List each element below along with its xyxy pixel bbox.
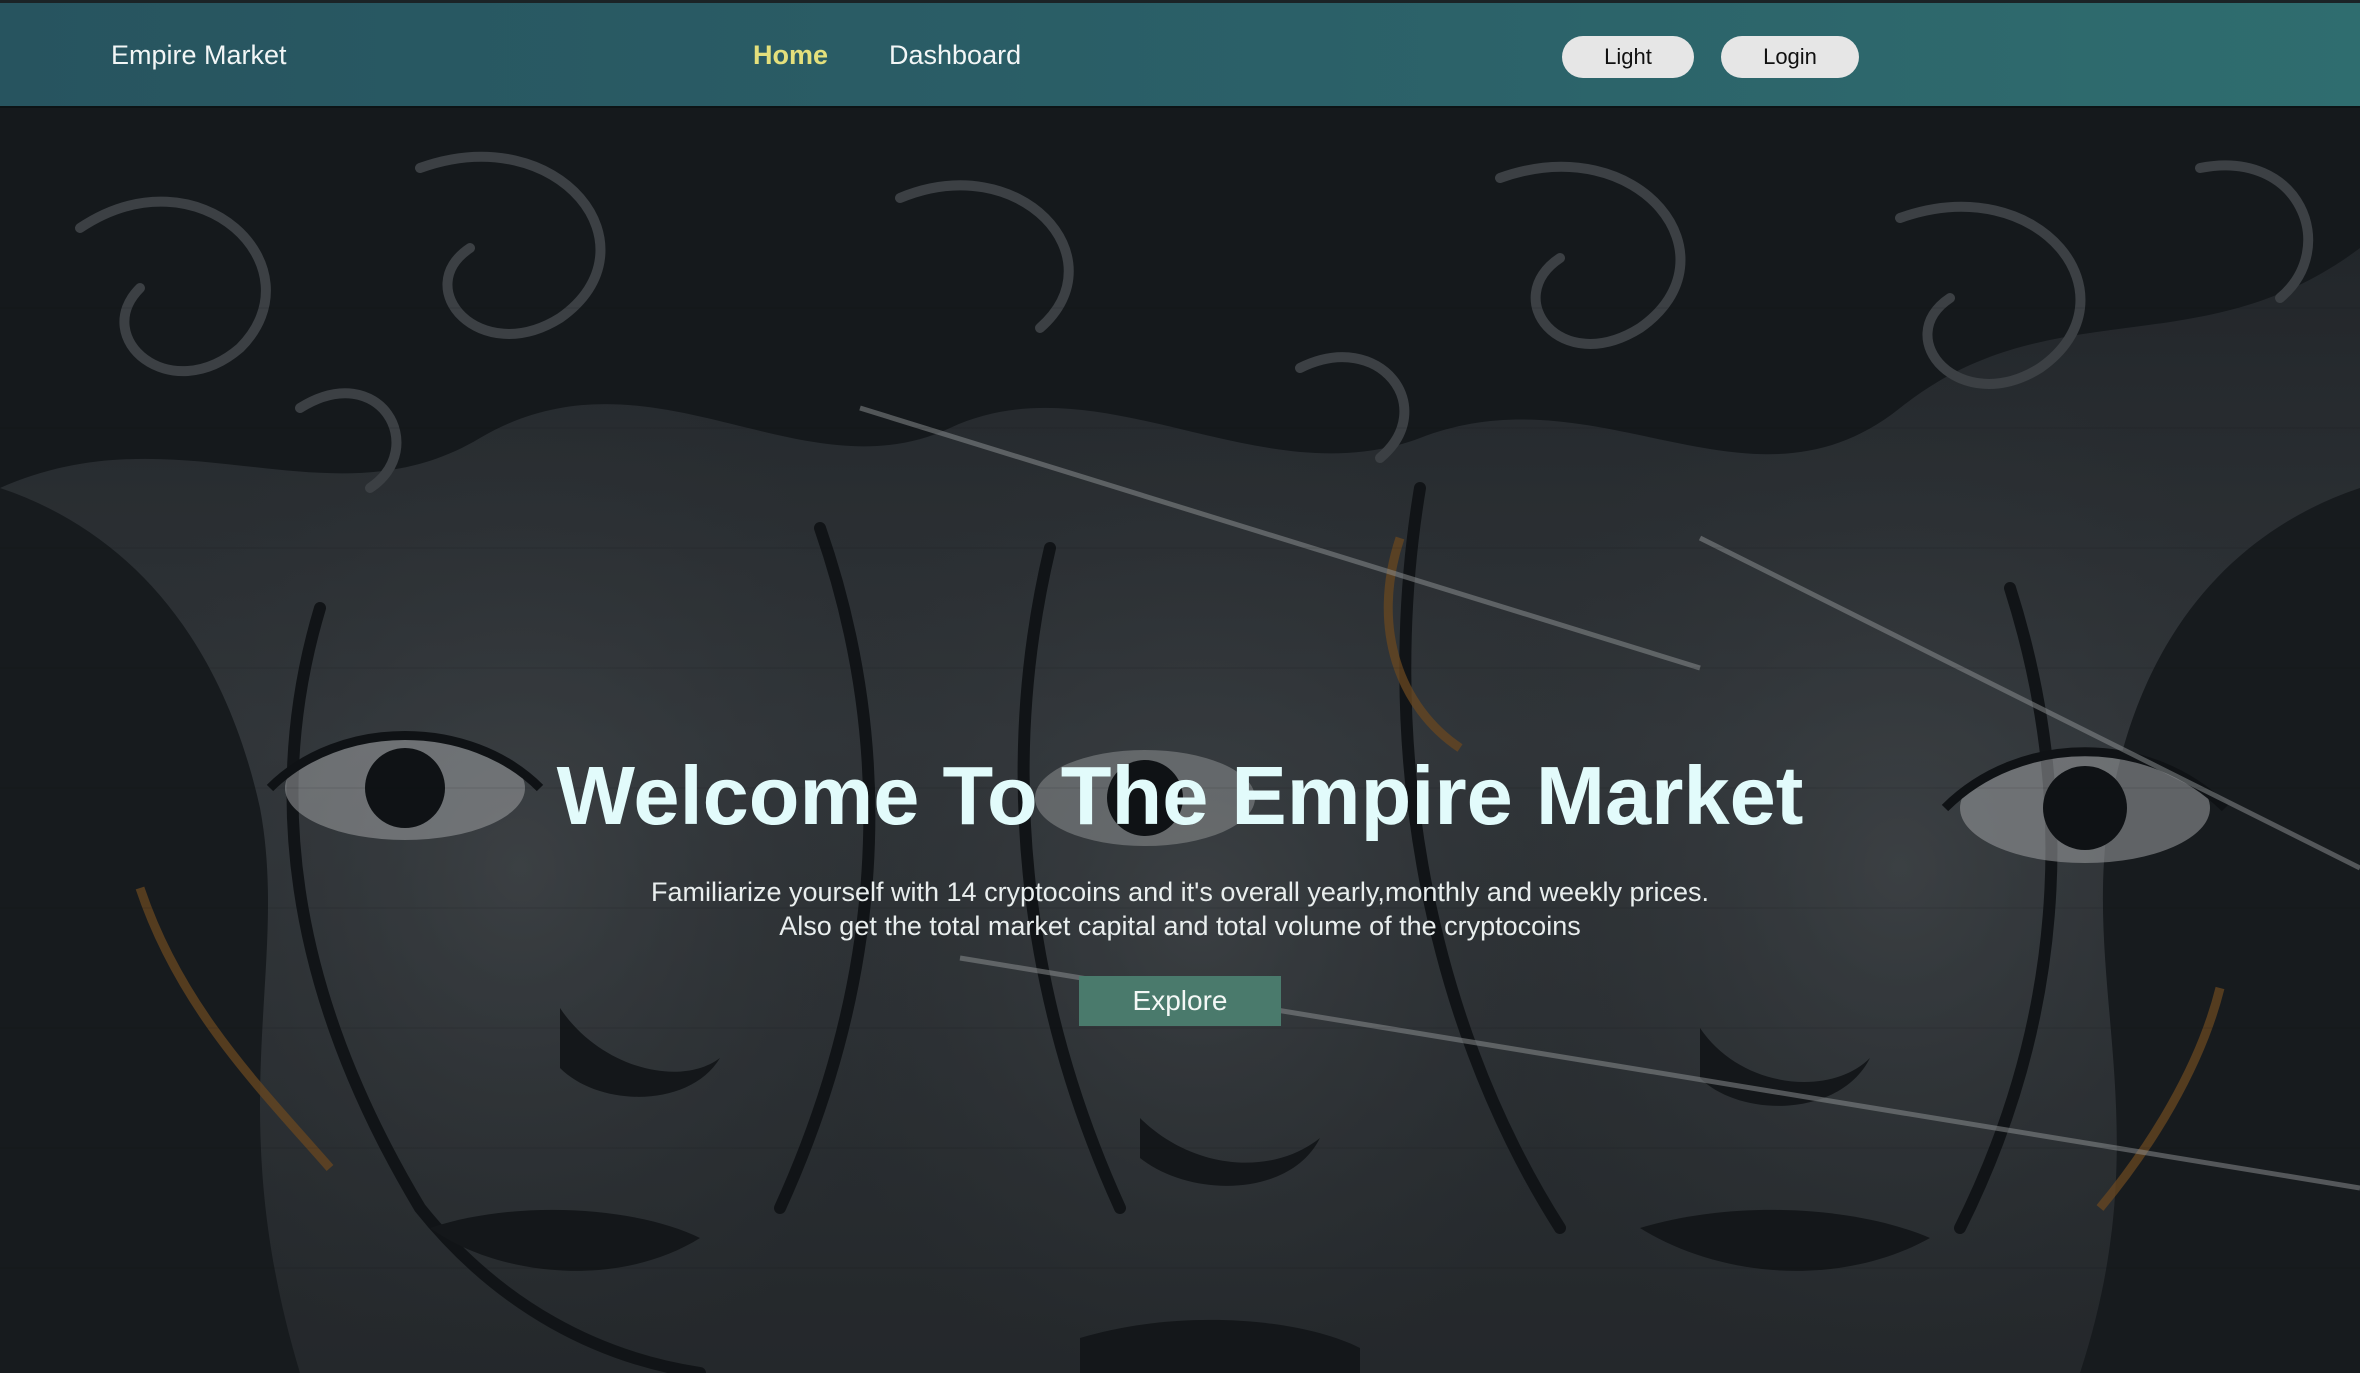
explore-button[interactable]: Explore xyxy=(1079,976,1281,1026)
nav-link-home[interactable]: Home xyxy=(753,39,828,71)
hero-subtitle-line-1: Familiarize yourself with 14 cryptocoins… xyxy=(650,877,1710,907)
top-navbar: Empire Market Home Dashboard Light Login xyxy=(0,0,2360,108)
hero-title: Welcome To The Empire Market xyxy=(556,749,1804,842)
hero-dark-overlay xyxy=(0,108,2360,1373)
hero-section: Welcome To The Empire Market Familiarize… xyxy=(0,108,2360,1373)
page: Empire Market Home Dashboard Light Login xyxy=(0,0,2360,1373)
nav-link-dashboard[interactable]: Dashboard xyxy=(889,39,1021,71)
brand-name[interactable]: Empire Market xyxy=(111,39,287,71)
theme-toggle-button[interactable]: Light xyxy=(1562,36,1694,78)
login-button[interactable]: Login xyxy=(1721,36,1859,78)
hero-subtitle-line-2: Also get the total market capital and to… xyxy=(779,911,1581,941)
